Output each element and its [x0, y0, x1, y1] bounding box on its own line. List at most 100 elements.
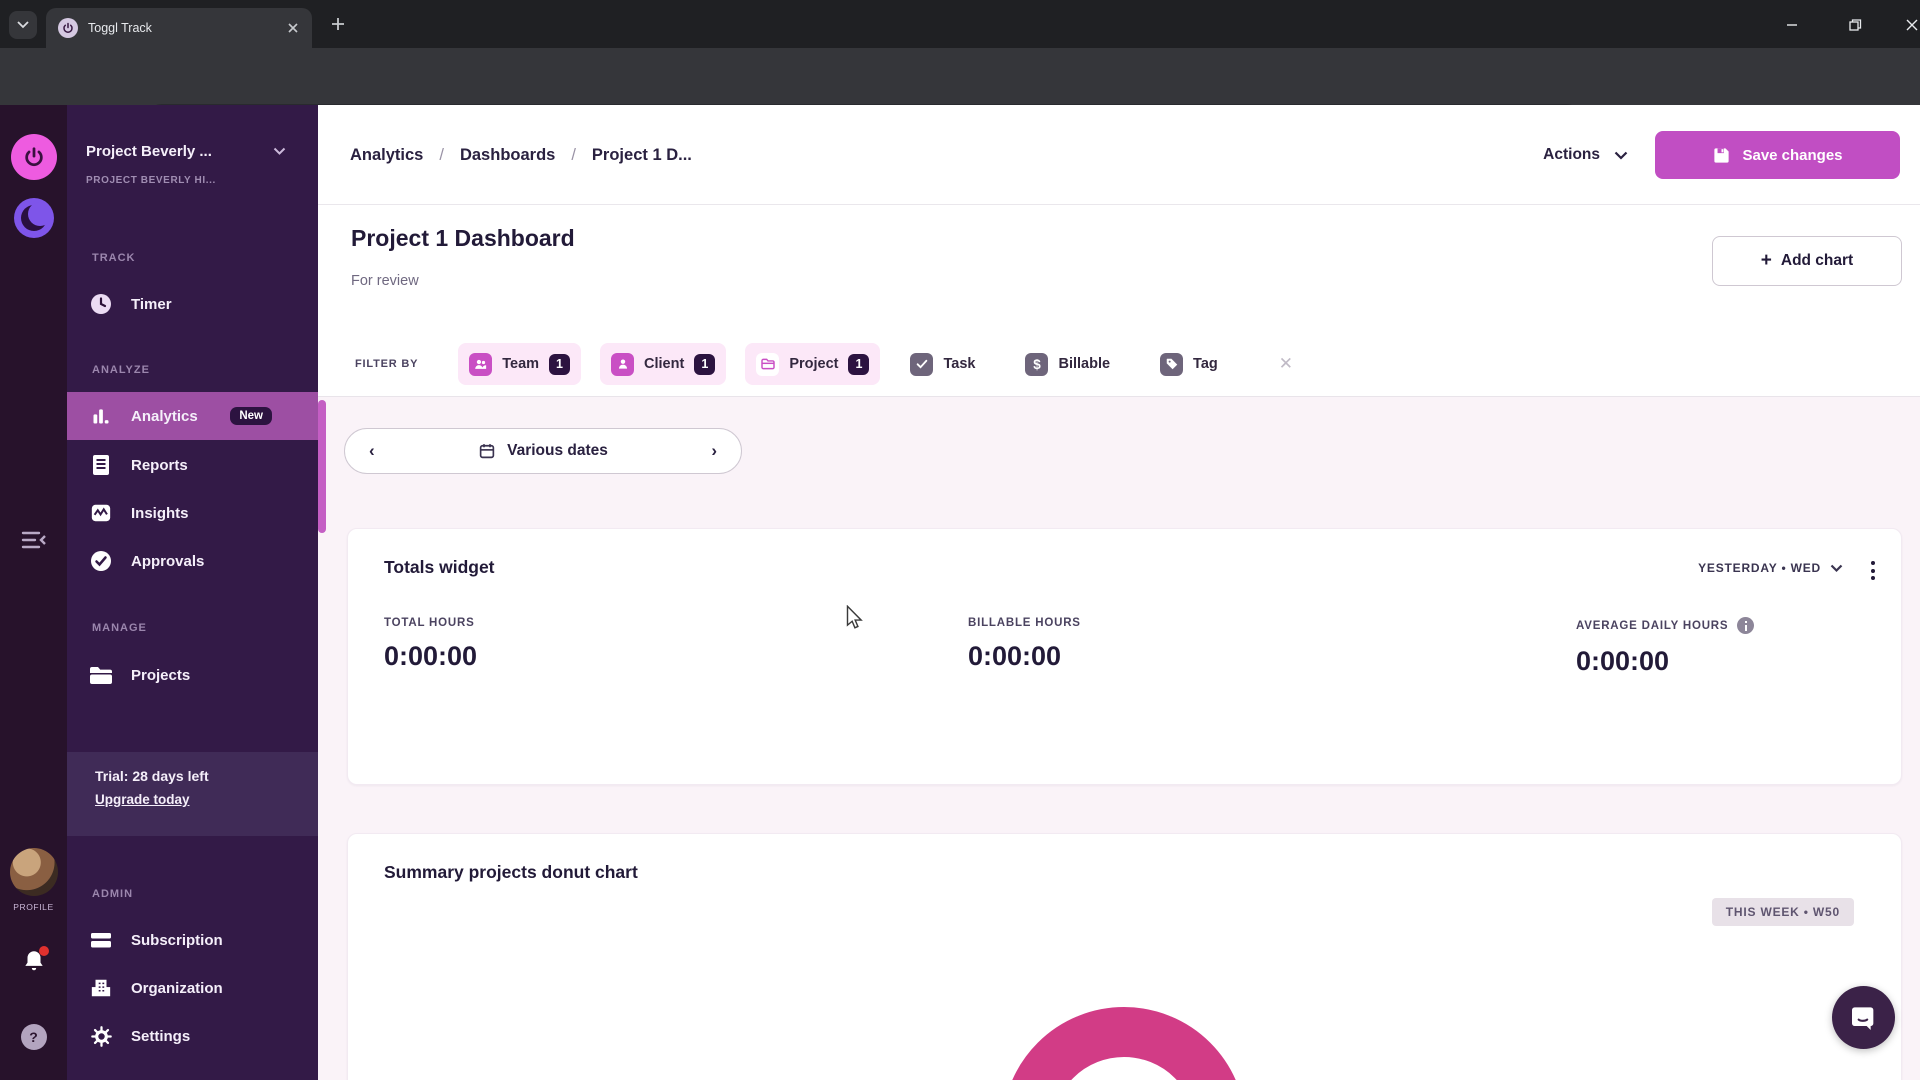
main-content: Analytics / Dashboards / Project 1 D... … — [318, 105, 1920, 1080]
chip-label: Task — [943, 356, 976, 372]
bar-chart-icon — [89, 404, 113, 428]
clear-filters-icon[interactable]: ✕ — [1279, 354, 1293, 374]
filter-chip-billable[interactable]: $ Billable — [1014, 343, 1121, 385]
chip-label: Team — [502, 356, 540, 372]
date-range-value[interactable]: Various dates — [478, 442, 608, 460]
filter-chip-project[interactable]: Project 1 — [745, 343, 881, 385]
breadcrumb-current[interactable]: Project 1 D... — [592, 146, 692, 165]
avatar — [9, 848, 58, 896]
metric-value: 0:00:00 — [1576, 646, 1670, 676]
window-minimize-button[interactable] — [1772, 10, 1812, 40]
window-close-button[interactable] — [1892, 10, 1920, 40]
filter-chip-tag[interactable]: Tag — [1149, 343, 1229, 385]
filter-bar: FILTER BY Team 1 Client 1 Project 1 Task… — [355, 343, 1293, 385]
page-header: Analytics / Dashboards / Project 1 D... … — [318, 105, 1920, 397]
actions-dropdown[interactable]: Actions — [1543, 105, 1628, 205]
dollar-icon: $ — [1025, 352, 1049, 376]
app-rail: PROFILE ? — [0, 105, 67, 1080]
breadcrumb-dashboards[interactable]: Dashboards — [460, 146, 555, 165]
next-period-icon[interactable]: › — [711, 441, 717, 461]
profile-avatar[interactable] — [0, 848, 67, 896]
filter-chip-team[interactable]: Team 1 — [458, 343, 582, 385]
sidebar-item-label: Analytics — [131, 407, 198, 425]
gear-icon — [89, 1024, 113, 1048]
browser-toolbar: track.toggl.com/analytics/7861318/dashbo… — [0, 48, 1920, 144]
help-button[interactable]: ? — [0, 1024, 67, 1050]
add-chart-label: Add chart — [1780, 252, 1854, 269]
chat-launcher-button[interactable] — [1832, 986, 1895, 1049]
section-label-manage: MANAGE — [92, 622, 147, 634]
totals-menu-icon[interactable] — [1867, 557, 1879, 584]
tab-search-button[interactable] — [9, 11, 37, 39]
filter-by-label: FILTER BY — [355, 358, 419, 370]
notification-dot — [38, 946, 49, 956]
chip-label: Billable — [1058, 356, 1111, 372]
sidebar-scrollbar-thumb[interactable] — [318, 400, 326, 533]
new-tab-button[interactable] — [326, 12, 350, 36]
screen: Toggl Track track.toggl.com/analytics/78… — [0, 0, 1920, 1080]
save-floppy-icon — [1714, 147, 1730, 163]
prev-period-icon[interactable]: ‹ — [369, 441, 375, 461]
breadcrumb-bar: Analytics / Dashboards / Project 1 D... … — [318, 105, 1920, 205]
chip-count-badge: 1 — [549, 353, 571, 375]
workspace-subtitle: PROJECT BEVERLY HI... — [86, 175, 216, 186]
info-icon[interactable] — [1737, 617, 1755, 634]
trial-box: Trial: 28 days left Upgrade today — [67, 752, 318, 836]
sidebar-item-label: Projects — [131, 666, 191, 684]
sidebar-item-label: Reports — [131, 456, 188, 474]
document-icon — [89, 453, 113, 477]
sidebar-item-approvals[interactable]: Approvals — [67, 537, 318, 585]
insights-pulse-icon — [89, 501, 113, 525]
toggl-track-app-button[interactable] — [0, 134, 67, 180]
check-circle-icon — [89, 549, 113, 573]
chip-label: Project — [789, 356, 839, 372]
toggl-plan-app-button[interactable] — [0, 198, 67, 238]
upgrade-link[interactable]: Upgrade today — [95, 792, 190, 807]
project-folder-icon — [756, 352, 780, 376]
metric-billable-hours: BILLABLE HOURS 0:00:00 — [968, 617, 1081, 672]
save-changes-button[interactable]: Save changes — [1655, 131, 1900, 179]
sidebar-item-reports[interactable]: Reports — [67, 441, 318, 489]
metric-label: TOTAL HOURS — [384, 617, 475, 629]
sidebar-item-label: Settings — [131, 1027, 191, 1045]
folder-icon — [89, 663, 113, 687]
breadcrumb-analytics[interactable]: Analytics — [350, 146, 423, 165]
workspace-switcher[interactable]: Project Beverly ... — [86, 143, 286, 160]
new-badge: New — [230, 407, 272, 425]
tab-close-icon[interactable] — [286, 21, 300, 35]
toggl-favicon-icon — [58, 18, 78, 38]
collapse-sidebar-icon — [21, 531, 46, 549]
browser-tab[interactable]: Toggl Track — [46, 8, 312, 48]
chevron-down-icon — [17, 21, 29, 29]
donut-chart[interactable] — [1002, 1007, 1246, 1080]
chip-count-badge: 1 — [848, 353, 870, 375]
sidebar-item-settings[interactable]: Settings — [67, 1012, 318, 1060]
sidebar-item-timer[interactable]: Timer — [67, 280, 318, 328]
totals-widget-card: Totals widget YESTERDAY • WED TOTAL HOUR… — [347, 528, 1902, 785]
save-label: Save changes — [1742, 146, 1843, 164]
add-chart-button[interactable]: + Add chart — [1712, 236, 1902, 286]
window-restore-button[interactable] — [1835, 10, 1875, 40]
collapse-sidebar-button[interactable] — [0, 529, 67, 551]
notifications-button[interactable] — [0, 946, 67, 979]
sidebar-item-organization[interactable]: Organization — [67, 964, 318, 1012]
sidebar-item-analytics[interactable]: Analytics New — [67, 392, 318, 440]
totals-widget-title: Totals widget — [384, 557, 495, 577]
mouse-cursor — [846, 605, 863, 629]
question-icon: ? — [20, 1024, 47, 1050]
section-label-admin: ADMIN — [92, 888, 134, 900]
sidebar-item-insights[interactable]: Insights — [67, 489, 318, 537]
filter-chip-client[interactable]: Client 1 — [600, 343, 727, 385]
sidebar-item-label: Approvals — [131, 552, 205, 570]
date-range-picker[interactable]: ‹ Various dates › — [344, 428, 742, 474]
sidebar-item-projects[interactable]: Projects — [67, 651, 318, 699]
plus-icon: + — [1760, 250, 1772, 271]
clock-icon — [89, 292, 113, 316]
tag-icon — [1160, 352, 1184, 376]
filter-chip-task[interactable]: Task — [899, 343, 986, 385]
metric-total-hours: TOTAL HOURS 0:00:00 — [384, 617, 477, 672]
sidebar: Project Beverly ... PROJECT BEVERLY HI..… — [67, 105, 318, 1080]
section-label-track: TRACK — [92, 252, 136, 264]
sidebar-item-subscription[interactable]: Subscription — [67, 916, 318, 964]
totals-period-dropdown[interactable]: YESTERDAY • WED — [1698, 561, 1843, 575]
